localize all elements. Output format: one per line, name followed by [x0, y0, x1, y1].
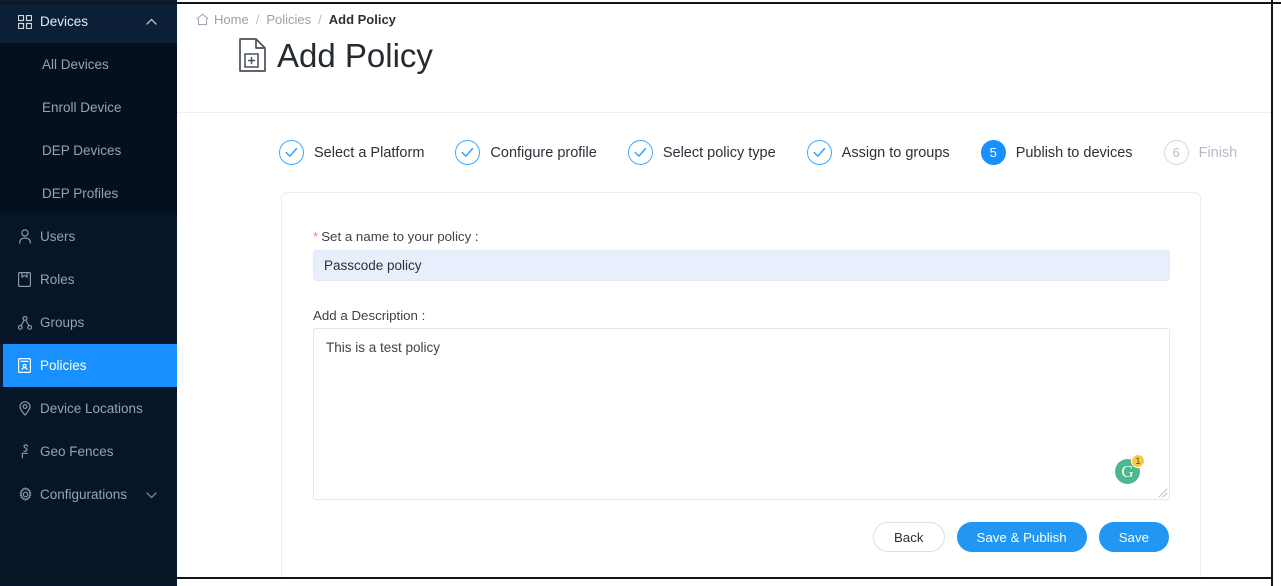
sidebar-item-label: Device Locations	[40, 401, 143, 416]
grammarly-badge-count: 1	[1131, 454, 1145, 468]
sidebar-group-label: Devices	[40, 14, 89, 29]
step-check-icon	[455, 140, 481, 165]
sidebar-submenu-devices: All Devices Enroll Device DEP Devices DE…	[0, 43, 177, 215]
sidebar-item-roles[interactable]: Roles	[0, 258, 177, 301]
step-publish-to-devices[interactable]: 5 Publish to devices	[980, 140, 1133, 165]
sidebar-filler	[0, 516, 177, 576]
chevron-up-icon[interactable]	[146, 18, 177, 26]
chevron-down-icon[interactable]	[146, 491, 177, 499]
sidebar-item-label: DEP Profiles	[42, 186, 119, 201]
sidebar-item-dep-devices[interactable]: DEP Devices	[0, 129, 177, 172]
breadcrumb-item-home[interactable]: Home	[214, 12, 249, 27]
sidebar-item-geo-fences[interactable]: Geo Fences	[0, 430, 177, 473]
page-title: Add Policy	[277, 36, 433, 74]
form-actions: Back Save & Publish Save	[872, 522, 1169, 552]
policy-description-label: Add a Description :	[313, 308, 426, 323]
sidebar-item-all-devices[interactable]: All Devices	[0, 43, 177, 86]
policy-description-textarea[interactable]: This is a test policy	[313, 328, 1170, 500]
breadcrumb-separator: /	[318, 12, 322, 27]
sidebar-item-configurations[interactable]: Configurations	[0, 473, 177, 516]
step-label: Configure profile	[490, 144, 597, 161]
sidebar-item-label: Policies	[40, 358, 87, 373]
viewport-frame-right	[1271, 0, 1273, 586]
policy-name-label: * Set a name to your policy :	[313, 229, 479, 244]
sidebar-item-policies[interactable]: Policies	[0, 344, 177, 387]
sidebar-item-label: All Devices	[42, 57, 109, 72]
page-title-row: Add Policy	[239, 38, 433, 72]
sidebar-item-label: Users	[40, 229, 76, 244]
step-configure-profile[interactable]: Configure profile	[455, 140, 597, 165]
step-assign-to-groups[interactable]: Assign to groups	[806, 140, 950, 165]
policy-form-card: *Set a name to your policy : Add a Descr…	[281, 192, 1201, 577]
gear-icon	[18, 487, 40, 502]
sidebar-item-enroll-device[interactable]: Enroll Device	[0, 86, 177, 129]
save-button[interactable]: Save	[1098, 522, 1169, 552]
sidebar-item-users[interactable]: Users	[0, 215, 177, 258]
sidebar-item-device-locations[interactable]: Device Locations	[0, 387, 177, 430]
grammarly-icon[interactable]: G 1	[1115, 454, 1145, 484]
geofence-icon	[18, 444, 40, 459]
sidebar-item-label: Configurations	[40, 487, 128, 502]
policy-description-wrap: This is a test policy G 1	[313, 328, 1170, 500]
sidebar-item-label: Roles	[40, 272, 75, 287]
viewport-frame-top	[0, 2, 1281, 4]
sidebar-scroll: Devices All Devices Enroll Device DEP De…	[0, 0, 177, 576]
sidebar-group-devices[interactable]: Devices	[0, 0, 177, 43]
step-select-a-platform[interactable]: Select a Platform	[279, 140, 424, 165]
sidebar-item-label: Groups	[40, 315, 85, 330]
required-marker: *	[313, 229, 319, 244]
viewport-frame-bottom	[0, 577, 1271, 579]
breadcrumb: Home / Policies / Add Policy	[196, 12, 396, 27]
step-label: Publish to devices	[1015, 144, 1133, 161]
file-plus-icon	[239, 38, 267, 72]
app-root: Devices All Devices Enroll Device DEP De…	[0, 0, 1281, 586]
breadcrumb-item-add-policy: Add Policy	[328, 12, 396, 27]
step-number: 5	[980, 140, 1006, 165]
user-icon	[18, 229, 40, 244]
main-content: Home / Policies / Add Policy Add Policy	[177, 4, 1271, 577]
step-select-policy-type[interactable]: Select policy type	[627, 140, 776, 165]
page-header: Home / Policies / Add Policy Add Policy	[177, 4, 1271, 113]
group-icon	[18, 315, 40, 330]
back-button[interactable]: Back	[872, 522, 945, 552]
stepper: Select a Platform Configure profile Sele…	[177, 113, 1271, 192]
book-icon	[18, 272, 40, 287]
breadcrumb-item-policies[interactable]: Policies	[266, 12, 311, 27]
sidebar: Devices All Devices Enroll Device DEP De…	[0, 0, 177, 586]
step-label: Finish	[1198, 144, 1238, 161]
step-check-icon	[279, 140, 304, 165]
location-pin-icon	[18, 401, 40, 416]
sidebar-item-dep-profiles[interactable]: DEP Profiles	[0, 172, 177, 215]
grid-icon	[18, 14, 40, 29]
step-label: Select policy type	[662, 144, 776, 161]
step-finish[interactable]: 6 Finish	[1163, 140, 1238, 165]
policy-icon	[18, 358, 40, 373]
home-icon	[196, 13, 209, 26]
sidebar-item-label: Enroll Device	[42, 100, 122, 115]
step-label: Select a Platform	[314, 144, 425, 161]
sidebar-item-label: Geo Fences	[40, 444, 114, 459]
step-check-icon	[806, 140, 832, 165]
policy-name-input[interactable]	[313, 250, 1170, 281]
policy-name-label-text: Set a name to your policy :	[321, 229, 479, 244]
step-check-icon	[627, 140, 653, 165]
save-and-publish-button[interactable]: Save & Publish	[956, 522, 1087, 552]
step-number: 6	[1163, 140, 1189, 165]
step-label: Assign to groups	[841, 144, 950, 161]
sidebar-item-label: DEP Devices	[42, 143, 122, 158]
breadcrumb-separator: /	[255, 12, 260, 27]
sidebar-item-groups[interactable]: Groups	[0, 301, 177, 344]
